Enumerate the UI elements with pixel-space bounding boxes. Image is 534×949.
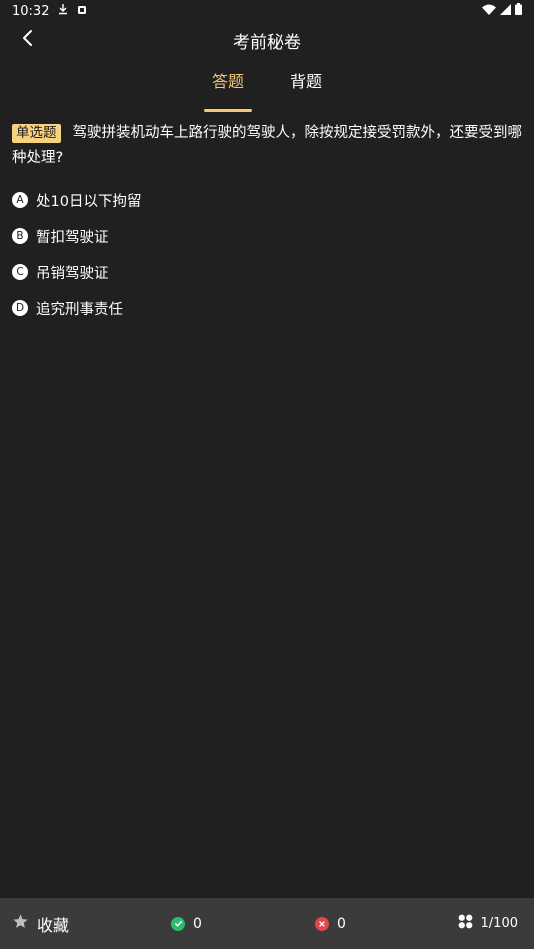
option-text: 吊销驾驶证 <box>36 265 109 282</box>
option-text: 追究刑事责任 <box>36 301 123 318</box>
option-text: 处10日以下拘留 <box>36 193 142 210</box>
battery-icon <box>515 3 522 19</box>
signal-icon <box>500 3 511 19</box>
x-circle-icon <box>315 916 329 931</box>
wrong-count-value: 0 <box>337 915 346 932</box>
download-icon <box>57 3 69 19</box>
wifi-icon <box>482 4 496 19</box>
favorite-button[interactable]: 收藏 <box>12 912 69 936</box>
option-letter-badge: B <box>12 228 28 244</box>
page-title: 考前秘卷 <box>233 32 301 53</box>
option-list: A 处10日以下拘留 B 暂扣驾驶证 C 吊销驾驶证 D 追究刑事责任 <box>12 182 522 326</box>
question-type-badge: 单选题 <box>12 124 61 143</box>
status-right <box>482 3 522 19</box>
bottom-bar: 收藏 0 0 1/100 <box>0 898 534 949</box>
progress-button[interactable]: 1/100 <box>458 914 518 933</box>
status-bar: 10:32 <box>0 0 534 22</box>
header: 考前秘卷 <box>0 22 534 58</box>
favorite-label: 收藏 <box>37 915 70 935</box>
star-icon <box>12 913 29 934</box>
option-letter-badge: A <box>12 192 28 208</box>
check-circle-icon <box>171 916 185 931</box>
tab-answer[interactable]: 答题 <box>203 64 253 112</box>
tab-memorize[interactable]: 背题 <box>282 64 330 104</box>
option-b[interactable]: B 暂扣驾驶证 <box>12 218 522 254</box>
option-text: 暂扣驾驶证 <box>36 229 109 246</box>
option-letter-badge: D <box>12 300 28 316</box>
correct-count: 0 <box>171 916 202 932</box>
option-c[interactable]: C 吊销驾驶证 <box>12 254 522 290</box>
back-button[interactable] <box>14 26 42 54</box>
status-left: 10:32 <box>12 3 87 19</box>
question: 单选题 驾驶拼装机动车上路行驶的驾驶人，除按规定接受罚款外，还要受到哪种处理? <box>12 121 522 171</box>
option-d[interactable]: D 追究刑事责任 <box>12 290 522 326</box>
tab-bar: 答题 背题 <box>0 64 534 112</box>
grid-icon <box>458 914 473 933</box>
progress-text: 1/100 <box>480 916 518 931</box>
option-letter-badge: C <box>12 264 28 280</box>
recording-icon <box>77 4 87 19</box>
option-a[interactable]: A 处10日以下拘留 <box>12 182 522 218</box>
correct-count-value: 0 <box>193 915 202 932</box>
wrong-count: 0 <box>315 916 346 932</box>
question-text: 驾驶拼装机动车上路行驶的驾驶人，除按规定接受罚款外，还要受到哪种处理? <box>12 125 522 166</box>
chevron-left-icon <box>21 29 35 51</box>
status-time: 10:32 <box>12 3 50 19</box>
